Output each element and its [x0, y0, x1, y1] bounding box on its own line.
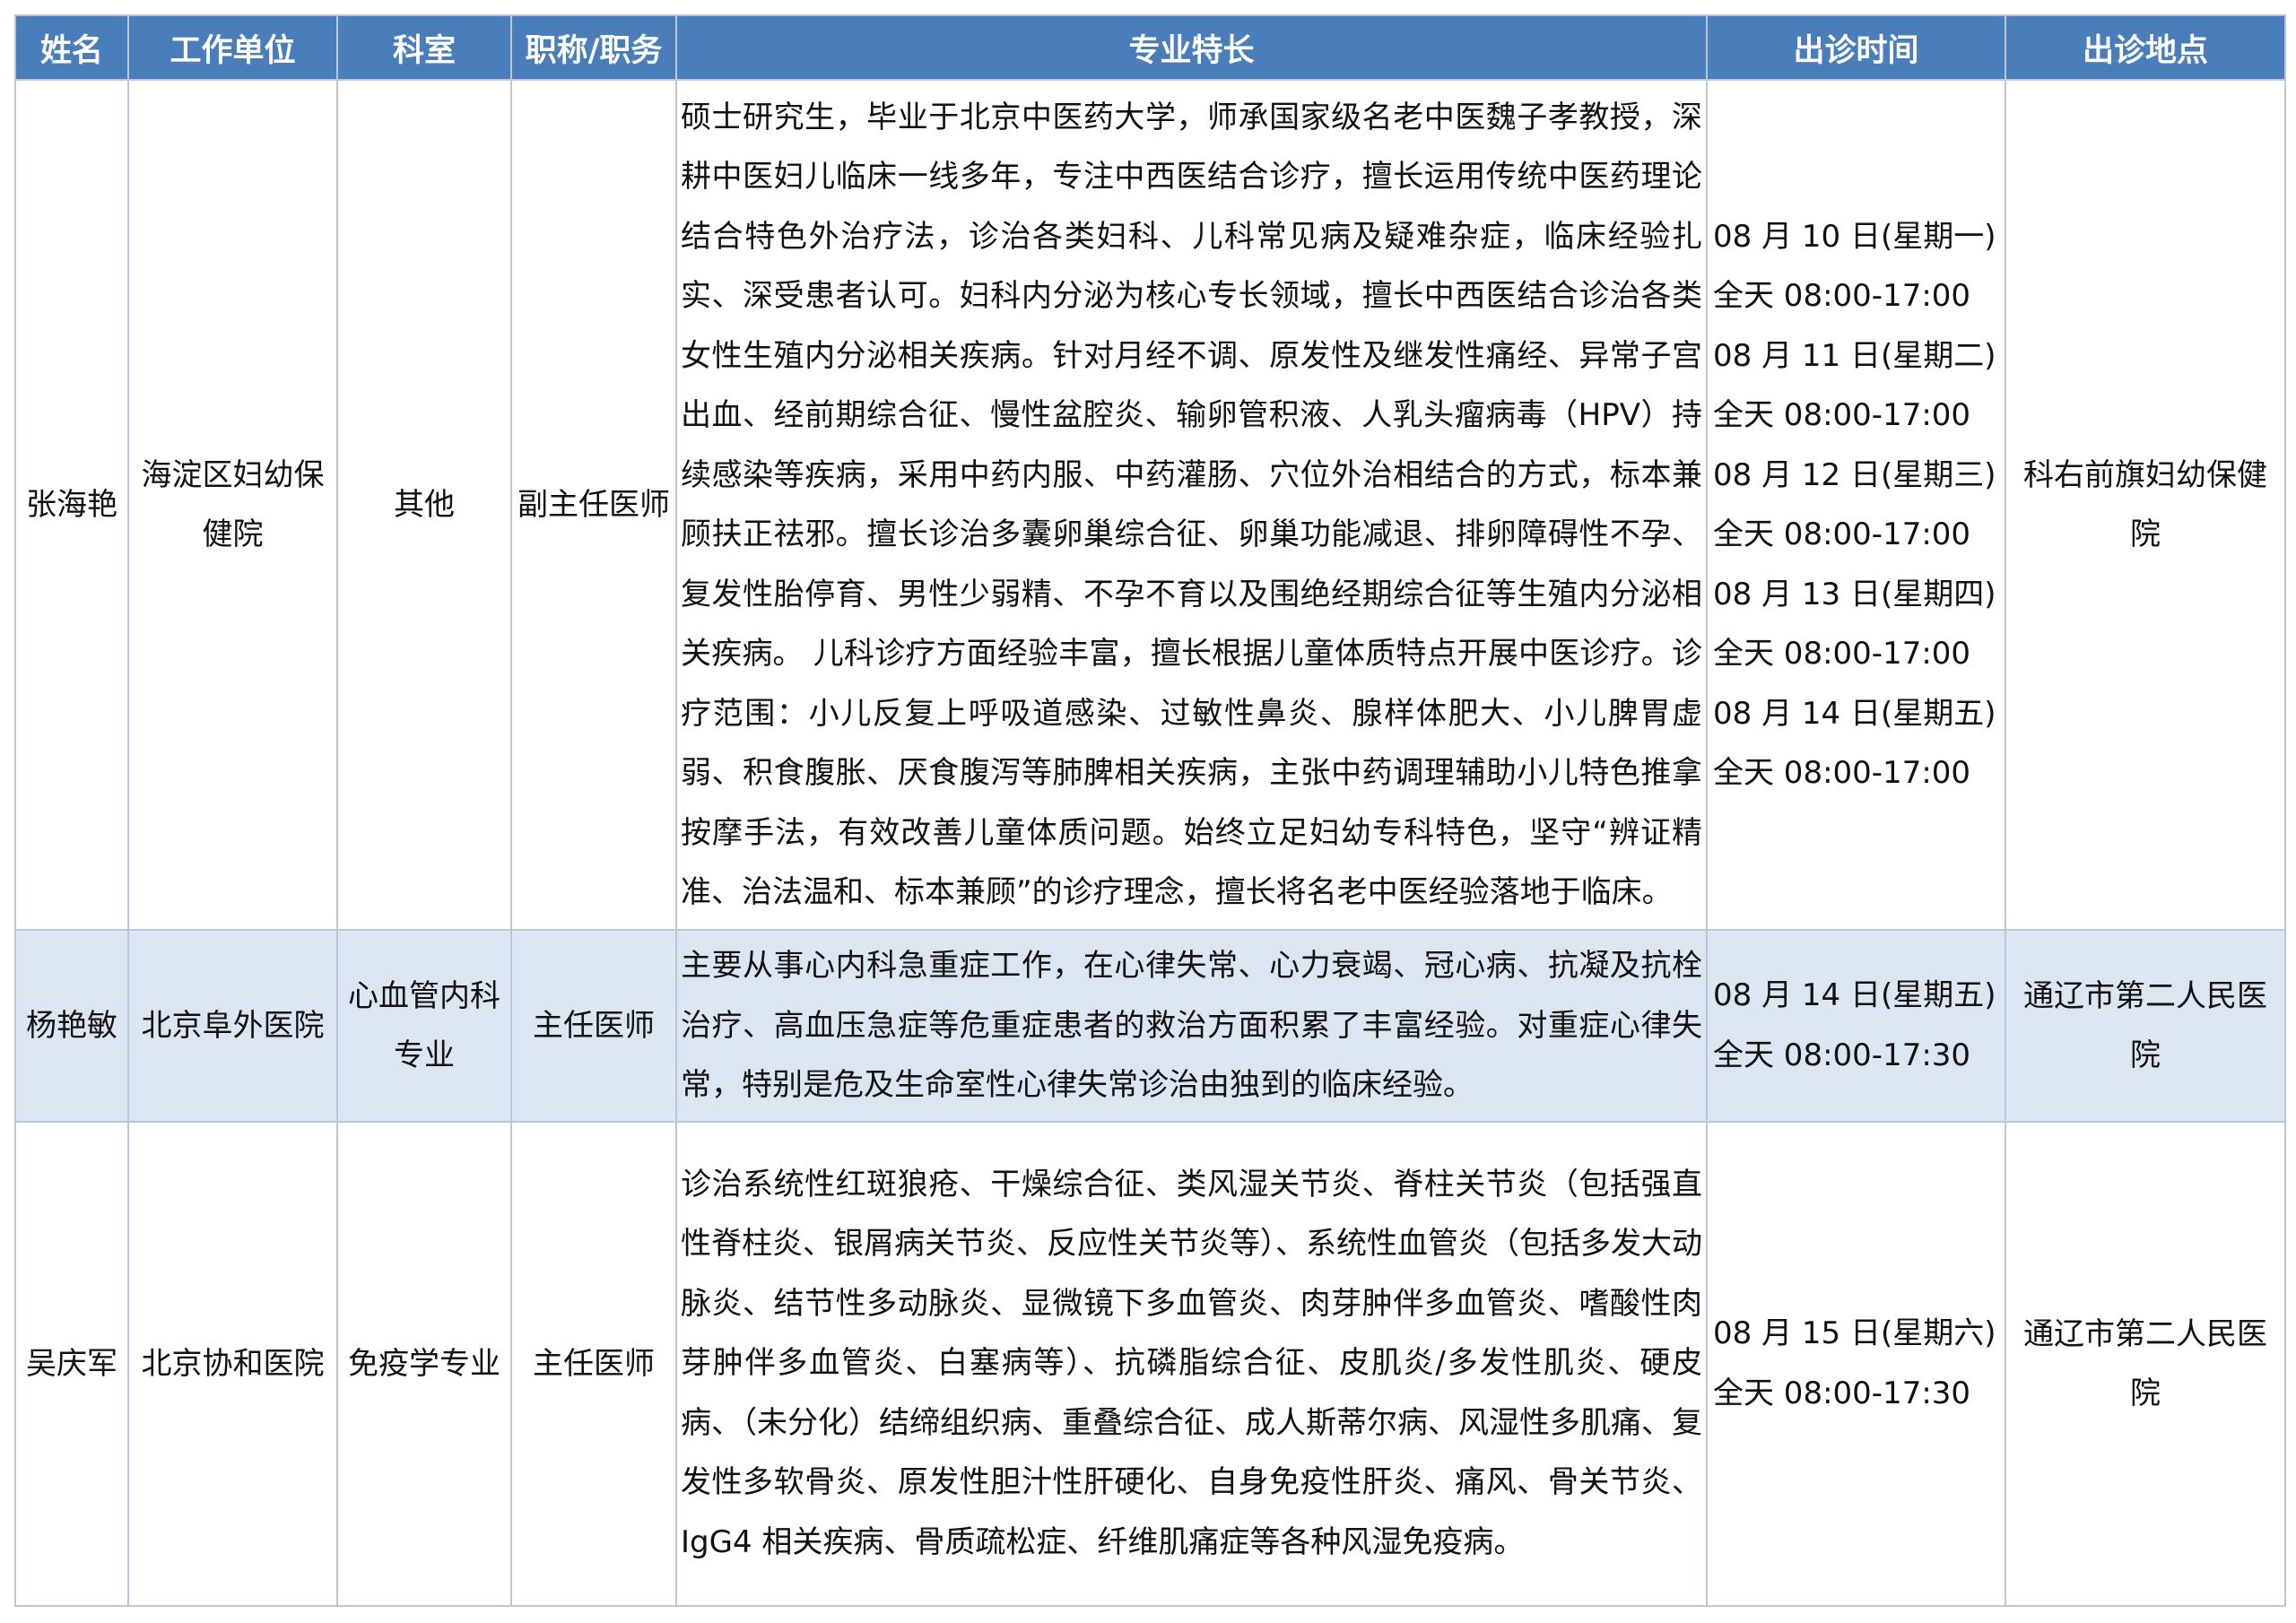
schedule-hours: 全天 08:00-17:00 [1713, 516, 1971, 552]
schedule-cell: 08 月 10 日(星期一) 全天 08:00-17:00 08 月 11 日(… [1706, 79, 2006, 931]
job-title: 主任医师 [510, 1120, 677, 1607]
table-row: 张海艳 海淀区妇幼保健院 其他 副主任医师 硕士研究生，毕业于北京中医药大学，师… [14, 79, 2286, 931]
schedule-date: 08 月 11 日(星期二) [1713, 337, 1996, 374]
doctor-name: 张海艳 [14, 79, 129, 931]
doctor-name: 吴庆军 [14, 1120, 129, 1607]
schedule-date: 08 月 14 日(星期五) [1713, 977, 1996, 1014]
schedule-hours: 全天 08:00-17:00 [1713, 278, 1971, 314]
schedule-date: 08 月 12 日(星期三) [1713, 456, 1996, 493]
schedule-date: 08 月 15 日(星期六) [1713, 1315, 1996, 1351]
job-title: 主任医师 [510, 929, 677, 1123]
header-unit: 工作单位 [127, 14, 338, 81]
table-row: 吴庆军 北京协和医院 免疫学专业 主任医师 诊治系统性红斑狼疮、干燥综合征、类风… [14, 1120, 2286, 1607]
header-location: 出诊地点 [2005, 14, 2286, 81]
header-title: 职称/职务 [510, 14, 677, 81]
location: 通辽市第二人民医院 [2005, 1120, 2286, 1607]
department: 免疫学专业 [336, 1120, 512, 1607]
header-schedule: 出诊时间 [1706, 14, 2006, 81]
header-specialty: 专业特长 [675, 14, 1708, 81]
location: 通辽市第二人民医院 [2005, 929, 2286, 1123]
schedule-hours: 全天 08:00-17:30 [1713, 1037, 1971, 1073]
schedule-hours: 全天 08:00-17:00 [1713, 636, 1971, 672]
job-title: 副主任医师 [510, 79, 677, 931]
department: 心血管内科专业 [336, 929, 512, 1123]
doctor-name: 杨艳敏 [14, 929, 129, 1123]
schedule-hours: 全天 08:00-17:00 [1713, 755, 1971, 791]
schedule-hours: 全天 08:00-17:30 [1713, 1375, 1971, 1411]
schedule-date: 08 月 14 日(星期五) [1713, 695, 1996, 732]
location: 科右前旗妇幼保健院 [2005, 79, 2286, 931]
work-unit: 北京协和医院 [127, 1120, 338, 1607]
schedule-date: 08 月 13 日(星期四) [1713, 576, 1996, 612]
specialty-text: 硕士研究生，毕业于北京中医药大学，师承国家级名老中医魏子孝教授，深耕中医妇儿临床… [675, 79, 1708, 931]
schedule-date: 08 月 10 日(星期一) [1713, 218, 1996, 255]
specialty-text: 诊治系统性红斑狼疮、干燥综合征、类风湿关节炎、脊柱关节炎（包括强直性脊柱炎、银屑… [675, 1120, 1708, 1607]
schedule-cell: 08 月 14 日(星期五) 全天 08:00-17:30 [1706, 929, 2006, 1123]
header-dept: 科室 [336, 14, 512, 81]
work-unit: 海淀区妇幼保健院 [127, 79, 338, 931]
header-name: 姓名 [14, 14, 129, 81]
schedule-hours: 全天 08:00-17:00 [1713, 397, 1971, 433]
table-row: 杨艳敏 北京阜外医院 心血管内科专业 主任医师 主要从事心内科急重症工作，在心律… [14, 929, 2286, 1123]
schedule-cell: 08 月 15 日(星期六) 全天 08:00-17:30 [1706, 1120, 2006, 1607]
header-row: 姓名 工作单位 科室 职称/职务 专业特长 出诊时间 出诊地点 [14, 14, 2286, 81]
department: 其他 [336, 79, 512, 931]
doctor-schedule-table: 姓名 工作单位 科室 职称/职务 专业特长 出诊时间 出诊地点 张海艳 海淀区妇… [14, 14, 2286, 1607]
specialty-text: 主要从事心内科急重症工作，在心律失常、心力衰竭、冠心病、抗凝及抗栓治疗、高血压急… [675, 929, 1708, 1123]
work-unit: 北京阜外医院 [127, 929, 338, 1123]
